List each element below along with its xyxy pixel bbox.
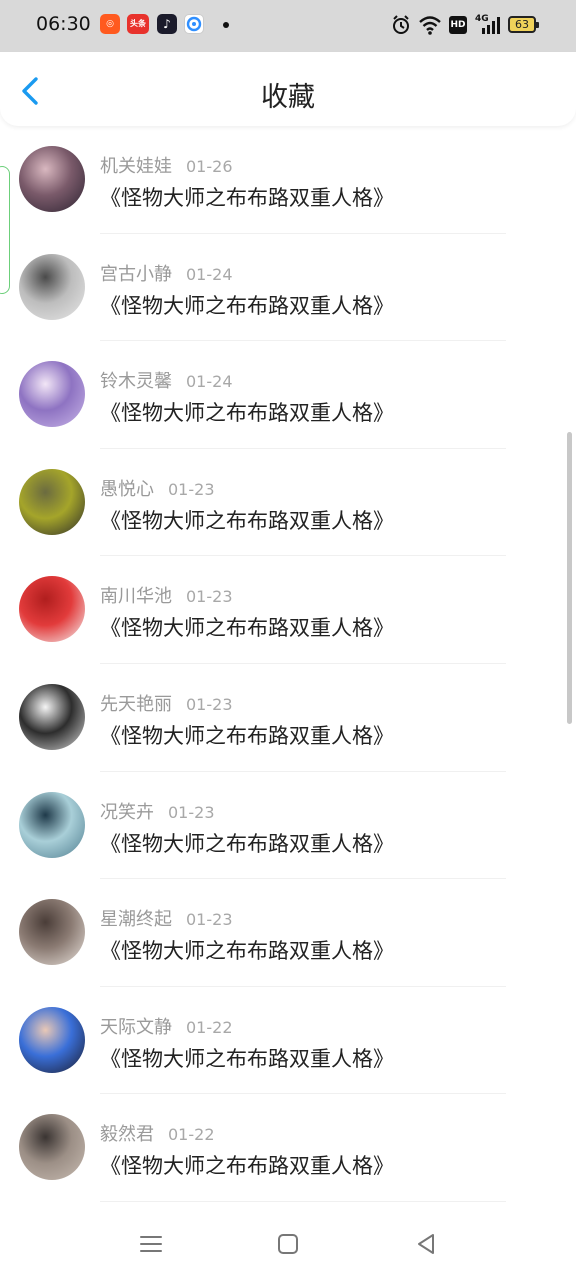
navigation-bar [0,1210,576,1280]
list-item[interactable]: 南川华池 01-23 《怪物大师之布布路双重人格》 [0,556,576,664]
item-content[interactable]: 《怪物大师之布布路双重人格》 [100,612,394,642]
favorites-list: 机关娃娃 01-26 《怪物大师之布布路双重人格》 宫古小静 01-24 《怪物大师之布布… [0,126,576,1202]
user-name[interactable]: 愚悦心 [100,479,154,500]
avatar[interactable] [19,791,85,858]
item-date: 01-23 [186,694,233,714]
avatar[interactable] [19,683,85,750]
item-content[interactable]: 《怪物大师之布布路双重人格》 [100,397,394,427]
item-content[interactable]: 《怪物大师之布布路双重人格》 [100,720,394,750]
user-name[interactable]: 铃木灵馨 [100,371,172,392]
list-item[interactable]: 宫古小静 01-24 《怪物大师之布布路双重人格》 [0,234,576,342]
notification-dot-icon [223,22,229,28]
header: 收藏 [0,52,576,126]
item-meta: 南川华池 01-23 [100,582,233,608]
item-meta: 天际文静 01-22 [100,1013,233,1039]
list-item[interactable]: 星潮终起 01-23 《怪物大师之布布路双重人格》 [0,879,576,987]
item-meta: 毅然君 01-22 [100,1120,215,1146]
avatar[interactable] [19,1006,85,1073]
item-meta: 愚悦心 01-23 [100,475,215,501]
item-content[interactable]: 《怪物大师之布布路双重人格》 [100,1043,394,1073]
user-name[interactable]: 况笑卉 [100,802,154,823]
hd-icon: HD [449,16,467,34]
taobao-icon: ◎ [100,14,120,34]
alarm-icon [393,15,409,34]
item-content[interactable]: 《怪物大师之布布路双重人格》 [100,828,394,858]
list-item[interactable]: 先天艳丽 01-23 《怪物大师之布布路双重人格》 [0,664,576,772]
wifi-icon [419,16,441,35]
user-name[interactable]: 星潮终起 [100,909,172,930]
item-date: 01-23 [186,910,233,930]
browser-icon [184,14,204,34]
item-meta: 宫古小静 01-24 [100,260,233,286]
user-name[interactable]: 毅然君 [100,1124,154,1145]
avatar[interactable] [19,146,85,212]
item-date: 01-23 [168,479,215,499]
list-item[interactable]: 机关娃娃 01-26 《怪物大师之布布路双重人格》 [0,126,576,234]
item-date: 01-23 [186,587,233,607]
list-item[interactable]: 况笑卉 01-23 《怪物大师之布布路双重人格》 [0,772,576,880]
battery-icon: 63 [508,16,539,33]
item-date: 01-24 [186,264,233,284]
item-meta: 先天艳丽 01-23 [100,690,233,716]
avatar[interactable] [19,899,85,966]
item-date: 01-23 [168,802,215,822]
square-home-icon[interactable] [274,1230,302,1258]
list-item[interactable]: 天际文静 01-22 《怪物大师之布布路双重人格》 [0,987,576,1095]
avatar[interactable] [19,468,85,535]
user-name[interactable]: 天际文静 [100,1017,172,1038]
user-name[interactable]: 机关娃娃 [100,156,172,177]
item-meta: 星潮终起 01-23 [100,905,233,931]
item-date: 01-22 [186,1017,233,1037]
scrollbar[interactable] [567,432,572,724]
item-content[interactable]: 《怪物大师之布布路双重人格》 [100,1150,394,1180]
douyin-icon: ♪ [157,14,177,34]
avatar[interactable] [19,253,85,320]
item-meta: 机关娃娃 01-26 [100,152,233,178]
item-date: 01-26 [186,157,233,176]
status-bar: 06:30 ◎ 头条 ♪ HD 4G 63 [0,0,576,52]
user-name[interactable]: 宫古小静 [100,264,172,285]
page-title: 收藏 [261,82,315,113]
list-item[interactable]: 愚悦心 01-23 《怪物大师之布布路双重人格》 [0,449,576,557]
item-content[interactable]: 《怪物大师之布布路双重人格》 [100,935,394,965]
item-content[interactable]: 《怪物大师之布布路双重人格》 [100,182,394,212]
user-name[interactable]: 南川华池 [100,586,172,607]
list-item[interactable]: 铃木灵馨 01-24 《怪物大师之布布路双重人格》 [0,341,576,449]
item-meta: 铃木灵馨 01-24 [100,367,233,393]
user-name[interactable]: 先天艳丽 [100,694,172,715]
item-meta: 况笑卉 01-23 [100,798,215,824]
divider [100,1200,506,1202]
signal-icon [482,17,500,34]
list-item[interactable]: 毅然君 01-22 《怪物大师之布布路双重人格》 [0,1094,576,1202]
toutiao-icon: 头条 [127,14,149,34]
triangle-back-icon[interactable] [412,1230,440,1258]
avatar[interactable] [19,1114,85,1181]
item-date: 01-24 [186,372,233,392]
item-date: 01-22 [168,1125,215,1145]
item-content[interactable]: 《怪物大师之布布路双重人格》 [100,290,394,320]
menu-icon[interactable] [137,1230,165,1258]
item-content[interactable]: 《怪物大师之布布路双重人格》 [100,505,394,535]
avatar[interactable] [19,576,85,643]
avatar[interactable] [19,361,85,428]
status-time: 06:30 [36,13,91,35]
